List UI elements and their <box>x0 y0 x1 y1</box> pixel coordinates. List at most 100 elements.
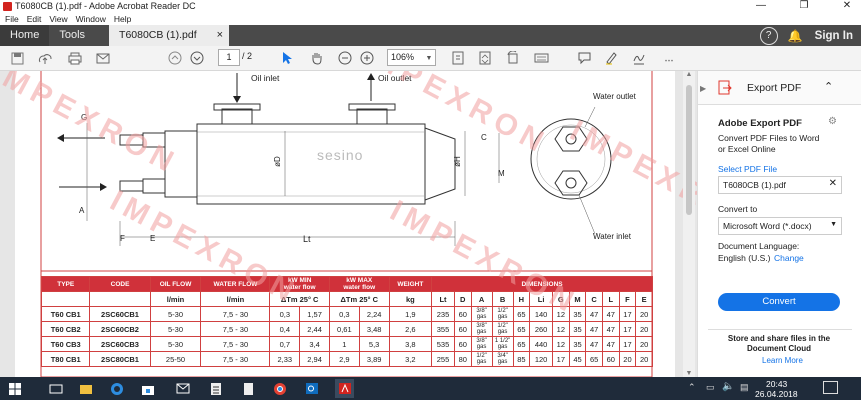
table-cell: 17 <box>552 351 570 367</box>
start-windows-icon[interactable] <box>5 379 24 398</box>
table-cell: 45 <box>568 351 587 367</box>
select-cursor-icon[interactable] <box>278 49 296 67</box>
close-button[interactable]: ✕ <box>833 0 861 12</box>
table-cell: T60 CB3 <box>40 336 91 352</box>
bell-icon[interactable]: 🔔 <box>788 29 803 43</box>
volume-icon[interactable]: 🔈 <box>722 381 734 392</box>
clear-file-icon[interactable]: ✕ <box>829 178 837 189</box>
sign-icon[interactable] <box>630 49 648 67</box>
vertical-scrollbar[interactable]: ▲ ▼ <box>683 71 695 377</box>
table-cell: 1,9 <box>388 306 433 322</box>
menu-help[interactable]: Help <box>114 14 131 24</box>
format-select[interactable]: Microsoft Word (*.docx) ▼ <box>718 217 842 235</box>
tab-home[interactable]: Home <box>0 25 50 46</box>
fit-page-icon[interactable] <box>449 49 467 67</box>
comment-icon[interactable] <box>575 49 593 67</box>
document-viewport[interactable]: Oil inlet Oil outlet Water outlet Water … <box>0 71 697 377</box>
menu-window[interactable]: Window <box>76 14 106 24</box>
table-cell: 35 <box>568 336 587 352</box>
highlight-pen-icon[interactable] <box>602 49 620 67</box>
minimize-button[interactable]: — <box>747 0 775 12</box>
select-pdf-link[interactable]: Select PDF File <box>718 164 777 174</box>
acrobat-taskbar-icon[interactable] <box>335 379 354 398</box>
print-icon[interactable] <box>66 49 84 67</box>
convert-to-label: Convert to <box>718 204 758 214</box>
table-cell: 20 <box>635 306 653 322</box>
clock-date[interactable]: 26.04.2018 <box>755 389 798 399</box>
notepad-icon[interactable] <box>238 379 257 398</box>
scrollbar-down-icon[interactable]: ▼ <box>683 370 695 377</box>
zoom-out-icon[interactable] <box>336 49 354 67</box>
menu-edit[interactable]: Edit <box>27 14 42 24</box>
help-icon[interactable]: ? <box>759 26 778 45</box>
table-cell: 80 <box>453 351 472 367</box>
outlook-icon[interactable] <box>302 379 321 398</box>
collapse-panel-icon[interactable]: ▶ <box>700 84 706 93</box>
toolbar: 1 / 2 106% ▼ ⋯ <box>0 46 861 71</box>
tab-close-icon[interactable]: × <box>217 25 223 46</box>
change-language-link[interactable]: Change <box>774 253 804 263</box>
rotate-icon[interactable] <box>504 49 522 67</box>
scrollbar-thumb[interactable] <box>686 85 692 215</box>
file-explorer-icon[interactable] <box>76 379 95 398</box>
notification-icon[interactable] <box>823 381 838 394</box>
task-view-icon[interactable] <box>46 379 65 398</box>
network-icon[interactable]: ▭ <box>706 382 715 393</box>
panel-heading: Adobe Export PDF <box>718 118 802 129</box>
store-icon[interactable] <box>138 379 157 398</box>
calculator-icon[interactable] <box>206 379 225 398</box>
edge-browser-icon[interactable] <box>107 379 126 398</box>
sign-in-link[interactable]: Sign In <box>815 30 853 42</box>
menu-file[interactable]: File <box>5 14 19 24</box>
email-icon[interactable] <box>94 49 112 67</box>
dim-h: øH <box>452 156 462 167</box>
keyboard-icon[interactable] <box>532 49 550 67</box>
table-cell: 7,5 - 30 <box>200 306 271 322</box>
clock-time[interactable]: 20:43 <box>766 379 787 389</box>
menu-view[interactable]: View <box>49 14 67 24</box>
upload-icon[interactable] <box>36 49 54 67</box>
table-cell: 2,94 <box>299 351 330 367</box>
selected-file-field[interactable]: T6080CB (1).pdf ✕ <box>718 176 842 194</box>
scroll-mode-icon[interactable] <box>476 49 494 67</box>
page-number-input[interactable]: 1 <box>218 49 240 66</box>
table-cell: 7,5 - 30 <box>200 351 271 367</box>
table-cell: 3,2 <box>388 351 433 367</box>
convert-button[interactable]: Convert <box>718 293 840 311</box>
table-cell: 47 <box>601 336 620 352</box>
panel-settings-icon[interactable]: ⚙ <box>828 116 837 127</box>
more-tools-icon[interactable]: ⋯ <box>660 51 678 69</box>
panel-header[interactable]: ▶ Export PDF ⌃ <box>698 71 861 105</box>
tab-tools[interactable]: Tools <box>49 25 95 46</box>
hand-tool-icon[interactable] <box>308 49 326 67</box>
table-cell: 7,5 - 30 <box>200 336 271 352</box>
chrome-icon[interactable] <box>270 379 289 398</box>
table-subheader-cell <box>89 291 151 307</box>
learn-more-link[interactable]: Learn More <box>762 356 803 365</box>
tab-document[interactable]: T6080CB (1).pdf × <box>109 25 230 46</box>
zoom-chevron-down-icon[interactable]: ▼ <box>424 51 434 65</box>
maximize-button[interactable]: ❐ <box>790 0 818 12</box>
table-header-cell: OIL FLOW <box>149 276 202 292</box>
keyboard-language-icon[interactable]: ▤ <box>740 382 749 393</box>
table-cell: 17 <box>618 306 637 322</box>
mail-icon[interactable] <box>173 379 192 398</box>
table-cell: 60 <box>601 351 620 367</box>
table-cell: 120 <box>529 351 553 367</box>
tabbar-right: ? 🔔 Sign In <box>759 25 861 46</box>
scrollbar-up-icon[interactable]: ▲ <box>683 71 695 78</box>
save-icon[interactable] <box>8 49 26 67</box>
water-outlet-label: Water outlet <box>593 92 636 101</box>
document-cloud-text: Store and share files in the Document Cl… <box>727 334 831 353</box>
table-header-cell: WEIGHT <box>388 276 433 292</box>
table-cell: 3/8" gas <box>470 306 493 322</box>
table-subheader-cell: Lt <box>431 291 455 307</box>
brand-mark: sesino <box>317 147 364 163</box>
page-down-icon[interactable] <box>188 49 206 67</box>
table-cell: 60 <box>453 321 472 337</box>
table-cell: 20 <box>635 321 653 337</box>
panel-chevron-up-icon[interactable]: ⌃ <box>824 80 833 93</box>
tray-chevron-up-icon[interactable]: ⌃ <box>688 382 696 393</box>
page-up-icon[interactable] <box>166 49 184 67</box>
zoom-in-icon[interactable] <box>358 49 376 67</box>
